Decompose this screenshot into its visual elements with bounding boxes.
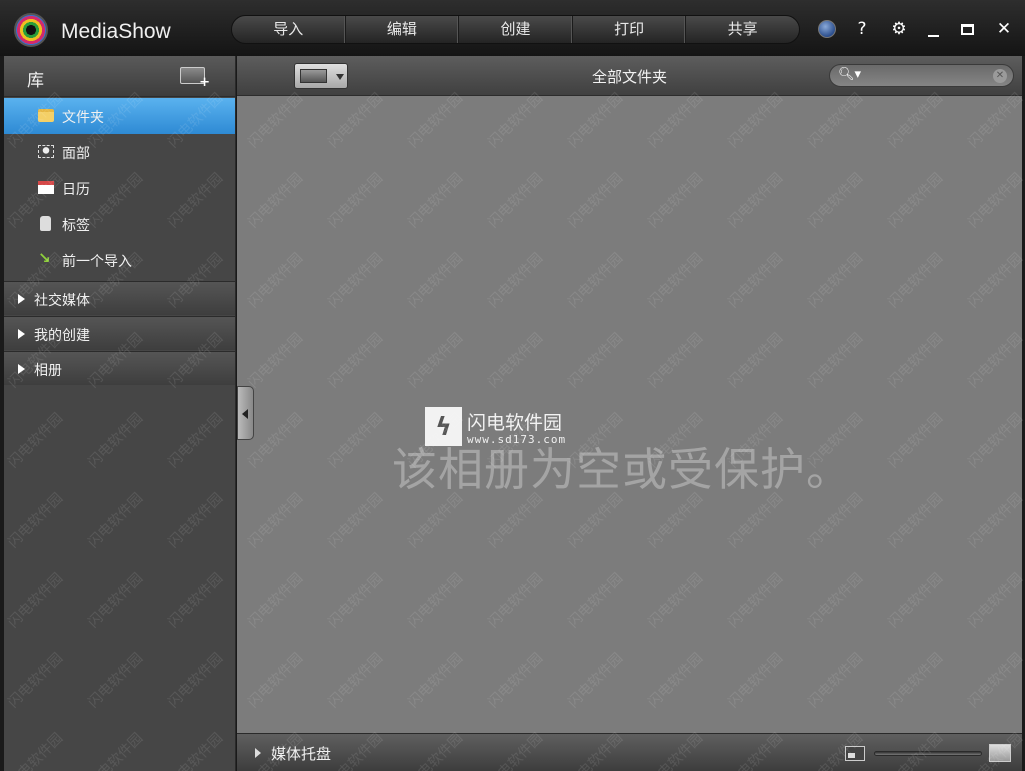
media-tray-label: 媒体托盘 [271,745,332,763]
settings-gear-icon[interactable]: ⚙ [888,18,910,40]
library-header: 库 [4,56,235,97]
section-albums[interactable]: 相册 [4,351,235,385]
search-input[interactable] [860,68,985,83]
section-label: 相册 [34,363,62,379]
section-social-media[interactable]: 社交媒体 [4,281,235,315]
face-icon [38,145,54,158]
menu-import[interactable]: 导入 [232,16,346,43]
title-bar: MediaShow 导入 编辑 创建 打印 共享 ? ⚙ ✕ [0,0,1025,56]
previous-import-icon: ↘ [38,249,51,267]
menu-print[interactable]: 打印 [573,16,687,43]
clear-search-icon[interactable]: ✕ [993,69,1007,83]
app-logo-icon [14,13,48,47]
add-media-icon[interactable] [180,67,210,90]
section-label: 我的创建 [34,328,90,344]
sidebar-item-calendar[interactable]: 日历 [4,170,235,206]
expand-arrow-icon [255,748,261,758]
thumbnail-size-slider[interactable] [874,751,982,756]
expand-arrow-icon [18,364,25,374]
search-icon[interactable]: 🔍︎▾ [838,67,861,82]
sidebar-item-folders[interactable]: 文件夹 [4,98,235,134]
small-thumbnail-icon[interactable] [845,746,865,761]
main-menu: 导入 编辑 创建 打印 共享 [231,15,800,44]
section-my-creations[interactable]: 我的创建 [4,316,235,350]
expand-arrow-icon [18,294,25,304]
close-button[interactable]: ✕ [993,18,1015,40]
media-content-area: ϟ 闪电软件园 www.sd173.com 该相册为空或受保护。 [237,97,1022,733]
empty-album-message: 该相册为空或受保护。 [391,443,852,496]
sidebar-item-faces[interactable]: 面部 [4,134,235,170]
search-box[interactable]: 🔍︎▾ ✕ [829,64,1014,87]
help-button[interactable]: ? [851,18,873,40]
sidebar-item-label: 日历 [62,182,90,198]
expand-arrow-icon [18,329,25,339]
minimize-button[interactable] [928,35,939,37]
library-sidebar: 库 文件夹 面部 日历 标签 ↘ 前一个导入 社交媒体 我的创建 [4,56,236,771]
large-thumbnail-icon[interactable] [989,744,1011,762]
section-label: 社交媒体 [34,293,90,309]
main-toolbar: 全部文件夹 🔍︎▾ ✕ [237,56,1022,96]
sidebar-item-tags[interactable]: 标签 [4,206,235,242]
calendar-icon [38,181,54,194]
menu-edit[interactable]: 编辑 [346,16,460,43]
library-title: 库 [27,71,44,91]
maximize-button[interactable] [961,24,974,35]
tag-icon [40,216,51,231]
main-panel: 全部文件夹 🔍︎▾ ✕ ϟ 闪电软件园 www.sd173.com 该相册为空或… [237,56,1022,771]
sidebar-item-label: 前一个导入 [62,254,132,270]
menu-share[interactable]: 共享 [686,16,799,43]
folder-icon [38,109,54,122]
sidebar-item-label: 文件夹 [62,110,104,126]
app-title: MediaShow [61,20,171,43]
sidebar-item-label: 面部 [62,146,90,162]
sidebar-item-label: 标签 [62,218,90,234]
sidebar-item-previous-import[interactable]: ↘ 前一个导入 [4,242,235,278]
menu-create[interactable]: 创建 [459,16,573,43]
media-tray[interactable]: 媒体托盘 [237,733,1022,771]
brand-name: 闪电软件园 [467,412,563,434]
collapse-sidebar-handle[interactable] [237,386,254,440]
upgrade-globe-icon[interactable] [818,20,836,38]
